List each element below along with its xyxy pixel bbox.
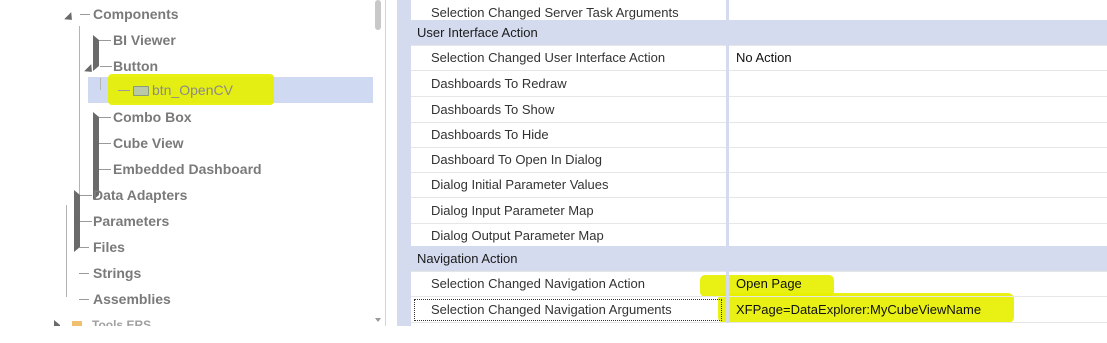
tree-connector [80,221,92,222]
tree-item-label: Combo Box [113,109,192,125]
tree-connector [118,90,130,91]
tree-connector [99,117,111,118]
property-name: Dashboard To Open In Dialog [431,152,603,167]
tree-connector [79,247,89,248]
property-name: Dashboards To Hide [431,127,549,142]
property-category[interactable]: User Interface Action [411,20,1107,46]
tree-item-label: Components [93,6,179,22]
dashboard-tree: Components BI Viewer Button btn_OpenCV C… [0,0,385,326]
column-divider[interactable] [726,71,729,97]
column-divider[interactable] [726,198,729,224]
folder-icon [72,321,82,326]
property-grid-gutter [397,0,411,326]
tree-connector [100,66,112,67]
column-divider[interactable] [726,271,729,297]
property-grid: Selection Changed Server Task Arguments … [397,0,1107,326]
scrollbar-thumb[interactable] [375,0,381,30]
tree-connector [80,14,90,15]
property-value[interactable]: XFPage=DataExplorer:MyCubeViewName [736,297,981,322]
tree-scrollbar[interactable] [374,0,382,326]
property-row[interactable]: Dialog Initial Parameter Values [411,172,1107,198]
scroll-down-arrow-icon[interactable] [375,318,381,322]
column-divider[interactable] [726,147,729,173]
property-row[interactable]: Dialog Input Parameter Map [411,198,1107,224]
tree-item-label: Embedded Dashboard [113,161,262,177]
collapsed-arrow-icon[interactable] [54,320,60,326]
column-divider[interactable] [726,122,729,148]
column-divider[interactable] [726,97,729,123]
property-row[interactable]: Dashboards To Redraw [411,71,1107,97]
tree-item-label: Files [93,239,125,255]
tree-connector [99,40,111,41]
property-row-focused[interactable]: Selection Changed Navigation Arguments X… [411,297,1107,323]
property-category[interactable]: Navigation Action [411,246,1107,272]
tree-guide-line [66,205,67,297]
button-component-icon [133,86,149,96]
app-window: Components BI Viewer Button btn_OpenCV C… [0,0,1107,343]
tree-item-label: Tools ERS [92,318,152,326]
tree-item-label: btn_OpenCV [152,82,233,98]
property-name: Selection Changed Navigation Action [431,276,645,291]
category-name: User Interface Action [417,25,538,40]
tree-item-label: Strings [93,265,142,281]
property-name: Dialog Output Parameter Map [431,228,604,243]
tree-item-label: Parameters [93,213,170,229]
property-name: Dashboards To Redraw [431,76,567,91]
property-name: Dialog Input Parameter Map [431,203,594,218]
column-divider[interactable] [726,172,729,198]
property-row[interactable]: Dashboard To Open In Dialog [411,147,1107,173]
tree-guide-line [79,26,80,196]
property-row[interactable]: Dashboards To Hide [411,122,1107,148]
property-value[interactable]: No Action [736,45,792,70]
property-value[interactable]: Open Page [736,271,802,296]
tree-item-label: Cube View [113,135,184,151]
tree-item-label: Data Adapters [93,187,188,203]
tree-connector [80,195,92,196]
tree-item-label: BI Viewer [113,32,176,48]
property-row[interactable]: Selection Changed User Interface Action … [411,45,1107,71]
column-divider[interactable] [726,45,729,71]
tree-item-label: Button [113,58,159,74]
tree-connector [79,273,89,274]
property-name: Dashboards To Show [431,102,555,117]
property-row[interactable]: Selection Changed Navigation Action Open… [411,271,1107,297]
category-name: Navigation Action [417,251,518,266]
property-row[interactable]: Dashboards To Show [411,97,1107,123]
tree-connector [99,143,111,144]
tree-connector [99,169,111,170]
tree-item-label: Assemblies [93,291,171,307]
property-name: Dialog Initial Parameter Values [431,177,609,192]
property-name: Selection Changed User Interface Action [431,50,666,65]
tree-connector [79,299,89,300]
column-divider[interactable] [726,297,729,323]
property-name: Selection Changed Navigation Arguments [431,302,672,317]
